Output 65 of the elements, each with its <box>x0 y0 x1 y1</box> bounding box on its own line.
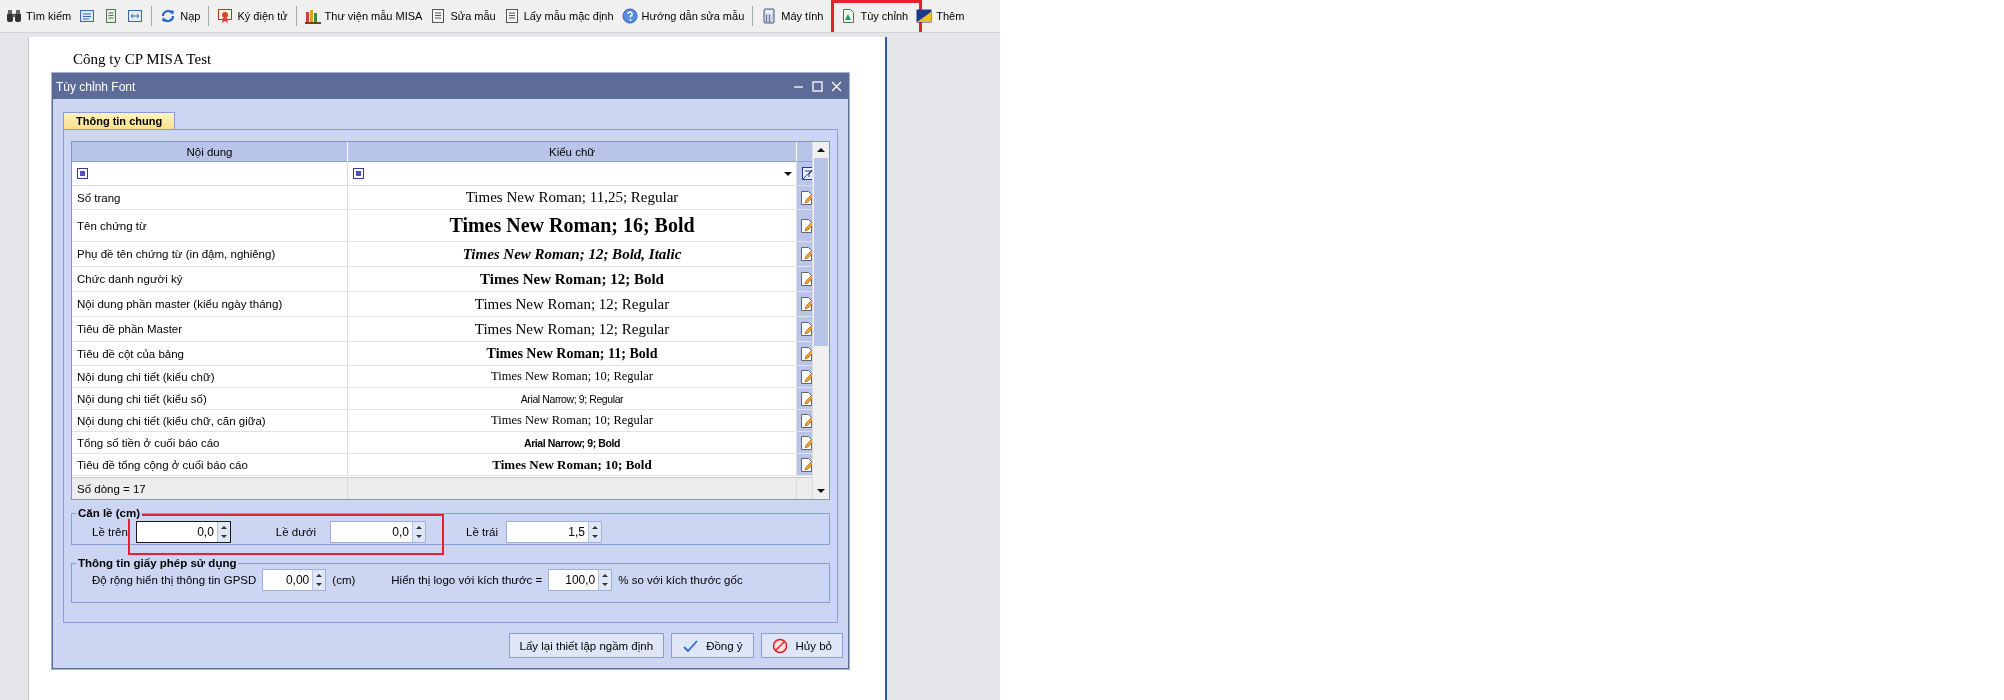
dropdown-arrow-icon[interactable] <box>784 170 792 177</box>
document-icon <box>503 8 520 24</box>
toolbar-button[interactable]: Lấy mẫu mặc định <box>499 4 618 28</box>
binoculars-icon <box>6 8 22 24</box>
close-icon[interactable] <box>831 81 842 92</box>
number-field[interactable]: 0,0 <box>135 521 231 543</box>
toolbar-button[interactable]: Máy tính <box>757 4 828 28</box>
table-cell: Tổng số tiền ở cuối báo cáo <box>72 432 348 453</box>
filter-icon[interactable] <box>353 168 364 179</box>
table-cell: Số trang <box>72 186 348 209</box>
toolbar-button[interactable]: Sửa mẫu <box>426 4 500 28</box>
toolbar-button[interactable]: Ký điện tử <box>213 4 292 28</box>
row-count: Số dòng = 17 <box>72 478 348 499</box>
slide-icon <box>916 8 933 24</box>
number-field[interactable]: 1,5 <box>505 521 602 543</box>
number-field[interactable]: 0,00 <box>262 569 327 591</box>
number-field[interactable]: 0,0 <box>330 521 426 543</box>
scrollbar[interactable] <box>812 142 829 499</box>
dialog-button[interactable]: Lấy lại thiết lập ngầm định <box>508 633 665 658</box>
document-icon <box>840 8 857 24</box>
table-cell: Nội dung phần master (kiểu ngày tháng) <box>72 292 348 316</box>
window-title: Tùy chỉnh Font <box>56 79 137 94</box>
table-cell: Nội dung chi tiết (kiểu chữ, căn giữa) <box>72 410 348 431</box>
column-header[interactable]: Kiểu chữ <box>348 142 797 162</box>
toolbar-button[interactable]: Tìm kiếm <box>2 4 76 28</box>
refresh-icon <box>160 8 177 24</box>
column-header[interactable]: Nội dung <box>72 142 348 162</box>
dialog-button[interactable]: Đồng ý <box>671 633 754 658</box>
calculator-icon <box>761 8 778 24</box>
field-label: Độ rộng hiển thị thông tin GPSD <box>92 574 257 586</box>
table-cell: Phụ đề tên chứng từ (in đậm, nghiêng) <box>72 242 348 266</box>
certificate-icon <box>217 8 234 24</box>
field-label: Hiển thị logo với kích thước = <box>391 574 543 586</box>
tab[interactable]: Thông tin chung <box>63 112 176 129</box>
field-label: % so với kích thước gốc <box>618 574 743 586</box>
group-title: Căn lề (cm) <box>76 507 142 519</box>
group-title: Thông tin giấy phép sử dụng <box>76 557 239 569</box>
filter-icon[interactable] <box>77 168 88 179</box>
company-name: Công ty CP MISA Test <box>73 51 212 68</box>
document-icon <box>430 8 447 24</box>
table-cell: Chức danh người ký <box>72 267 348 291</box>
fit-width-icon <box>127 8 144 24</box>
field-label: Lề trái <box>466 526 498 538</box>
cancel-icon <box>771 637 788 654</box>
field-label: (cm) <box>332 574 356 586</box>
toolbar-button[interactable]: Thêm <box>912 4 969 28</box>
field-label: Lề dưới <box>275 526 316 538</box>
books-icon <box>304 8 321 24</box>
table-cell: Tiêu đề tổng cộng ở cuối báo cáo <box>72 454 348 475</box>
table-cell: Nội dung chi tiết (kiểu chữ) <box>72 366 348 387</box>
scrollbar-thumb[interactable] <box>814 158 828 346</box>
table-cell: Tên chứng từ <box>72 210 348 241</box>
number-field[interactable]: 100,0 <box>548 569 613 591</box>
toolbar-button[interactable]: Tùy chỉnh <box>836 4 913 28</box>
list-icon <box>79 8 96 24</box>
toolbar-button[interactable]: Thư viện mẫu MISA <box>300 4 427 28</box>
toolbar-button[interactable]: Hướng dẫn sửa mẫu <box>617 4 749 28</box>
table-cell: Tiêu đề cột của bảng <box>72 342 348 365</box>
maximize-icon[interactable] <box>812 81 823 92</box>
dialog-button[interactable]: Hủy bỏ <box>760 633 843 658</box>
toolbar-button[interactable]: Nạp <box>156 4 205 28</box>
field-label: Lề trên <box>92 526 128 538</box>
table-cell: Tiêu đề phần Master <box>72 317 348 341</box>
help-icon <box>621 8 638 24</box>
table-cell: Nội dung chi tiết (kiểu số) <box>72 388 348 409</box>
